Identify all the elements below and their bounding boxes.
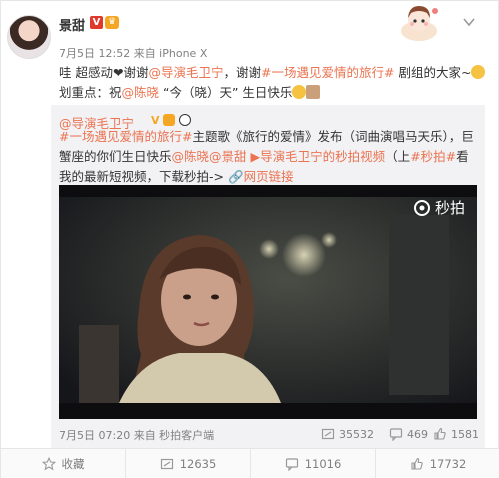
- user-name[interactable]: 景甜: [59, 15, 85, 34]
- cartoon-girl-sticker-icon: [401, 6, 438, 41]
- member-crown-icon: ♛: [105, 16, 119, 29]
- grin-emoji-icon: [292, 85, 307, 99]
- web-link-icon: 🔗: [227, 169, 244, 184]
- comment-icon: [285, 458, 298, 471]
- repost-like-value: 1581: [451, 427, 479, 441]
- repost-meta: 7月5日 07:20 来自 秒拍客户端: [59, 429, 215, 442]
- post-text-mid: 剧组的大家~: [394, 65, 472, 80]
- post-text: 哇 超感动❤谢谢@导演毛卫宁，谢谢#一场遇见爱情的旅行# 剧组的大家~ 划重点：…: [59, 63, 491, 103]
- heart-icon: ❤: [112, 65, 124, 80]
- miaopai-topic-link[interactable]: #秒拍#: [410, 149, 456, 164]
- video-player[interactable]: 秒拍: [59, 185, 477, 419]
- comment-button[interactable]: 11016: [251, 449, 376, 478]
- mention-chenxiao[interactable]: @陈晓: [122, 85, 160, 100]
- thumbs-up-icon: [434, 427, 446, 440]
- weibo-card: 景甜 V ♛ 7月5日 12:52 来自 iPhone X 哇 超感动❤谢谢@导…: [0, 0, 499, 478]
- repost-text: #一场遇见爱情的旅行#主题歌《旅行的爱情》发布（词曲演唱马天乐），巨蟹座的你们生…: [59, 127, 479, 187]
- avatar[interactable]: [7, 15, 51, 59]
- repost-icon: [160, 458, 173, 470]
- repost-repost-count[interactable]: 35532: [321, 427, 374, 441]
- repost-count: 12635: [179, 457, 217, 471]
- favorite-button[interactable]: 收藏: [1, 449, 126, 478]
- video-link-icon: ▶: [250, 149, 261, 164]
- repost-repost-value: 35532: [339, 427, 374, 441]
- comment-icon: [389, 428, 403, 441]
- post-text-thanks1: 谢谢: [123, 65, 149, 80]
- repost-comment-count[interactable]: 469: [389, 427, 428, 441]
- star-icon: [41, 457, 56, 471]
- repost-button[interactable]: 12635: [126, 449, 251, 478]
- post-text-line2-a: 划重点：祝: [59, 85, 122, 100]
- post-text-prefix: 哇 超感动: [59, 65, 113, 80]
- web-link[interactable]: 网页链接: [244, 169, 294, 184]
- repost-comment-value: 469: [407, 427, 428, 441]
- comment-count: 11016: [304, 457, 342, 471]
- mention-director[interactable]: @导演毛卫宁: [148, 65, 223, 80]
- crown-emoji-icon: [163, 114, 176, 126]
- mention-jingtian-repost[interactable]: @景甜: [209, 149, 247, 164]
- miaopai-watermark-text: 秒拍: [434, 199, 465, 217]
- repost-panel: @导演毛卫宁 V #一场遇见爱情的旅行#主题歌《旅行的爱情》发布（词曲演唱马天乐…: [51, 105, 485, 448]
- miaopai-logo-icon: [413, 199, 430, 216]
- action-bar: 收藏 12635 11016 17732: [1, 448, 499, 478]
- mention-chenxiao-repost[interactable]: @陈晓: [172, 149, 210, 164]
- post-meta: 7月5日 12:52 来自 iPhone X: [59, 47, 208, 60]
- verified-badge: V: [90, 16, 103, 29]
- video-frame: [59, 185, 477, 419]
- like-button[interactable]: 17732: [376, 449, 499, 478]
- repost-icon: [321, 428, 335, 440]
- post-text-line2-b: “今（晓）天” 生日快乐: [159, 85, 293, 100]
- panda-emoji-icon: [179, 114, 192, 126]
- smile-emoji-icon: [471, 65, 486, 79]
- chevron-down-icon[interactable]: [462, 15, 476, 29]
- repost-topic-link[interactable]: #一场遇见爱情的旅行#: [59, 129, 192, 144]
- topic-link[interactable]: #一场遇见爱情的旅行#: [261, 65, 394, 80]
- like-count: 17732: [429, 457, 467, 471]
- verified-yellow-icon: V: [151, 114, 160, 127]
- post-text-thanks2: ，谢谢: [223, 65, 262, 80]
- repost-badges: V: [151, 113, 192, 127]
- miaopai-watermark: 秒拍: [413, 197, 465, 218]
- favorite-label: 收藏: [61, 457, 85, 471]
- thumbs-up-icon: [411, 457, 423, 470]
- video-link[interactable]: 导演毛卫宁的秒拍视频: [260, 149, 385, 164]
- cake-emoji-icon: [306, 85, 321, 99]
- repost-like-count[interactable]: 1581: [433, 427, 479, 441]
- repost-text-b: （上: [385, 149, 411, 164]
